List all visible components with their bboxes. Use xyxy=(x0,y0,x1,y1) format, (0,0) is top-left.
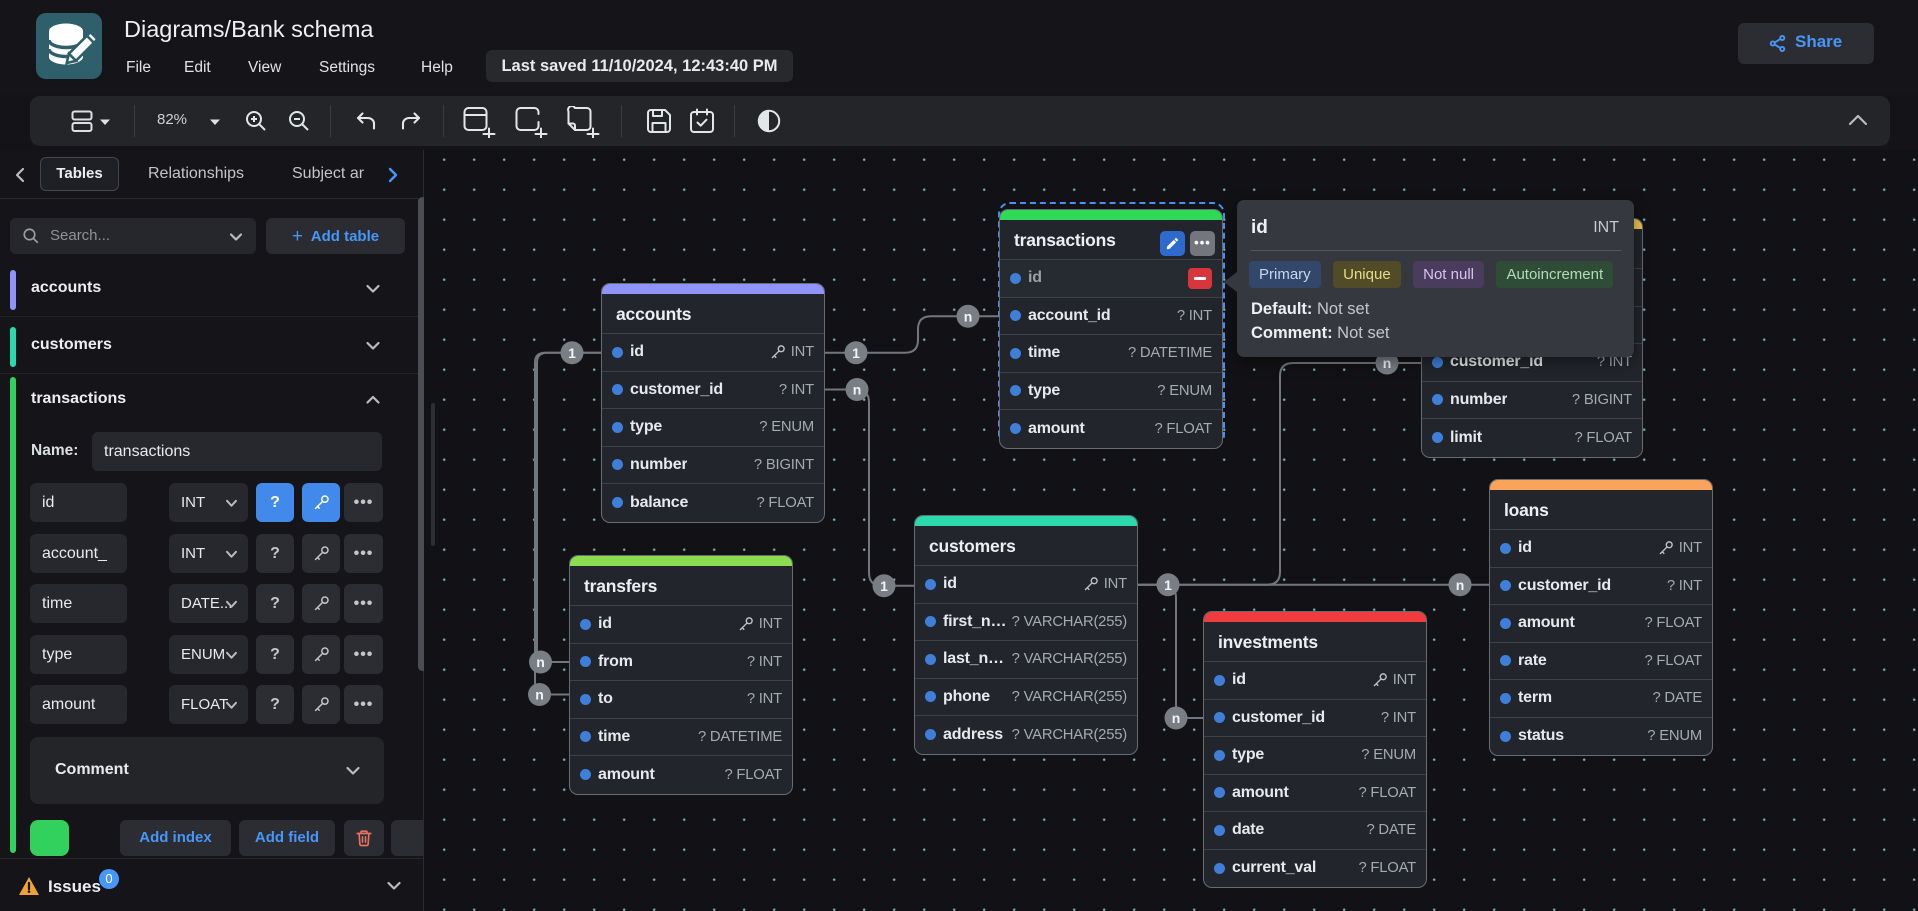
svg-text:1: 1 xyxy=(568,345,576,361)
svg-text:1: 1 xyxy=(880,578,888,594)
svg-text:n: n xyxy=(964,308,973,324)
svg-text:n: n xyxy=(536,654,545,670)
svg-text:n: n xyxy=(853,382,862,398)
svg-text:n: n xyxy=(1172,710,1181,726)
svg-text:n: n xyxy=(535,687,544,703)
svg-text:n: n xyxy=(1456,577,1465,593)
svg-text:1: 1 xyxy=(852,345,860,361)
svg-text:n: n xyxy=(1383,355,1392,371)
svg-text:1: 1 xyxy=(1164,577,1172,593)
